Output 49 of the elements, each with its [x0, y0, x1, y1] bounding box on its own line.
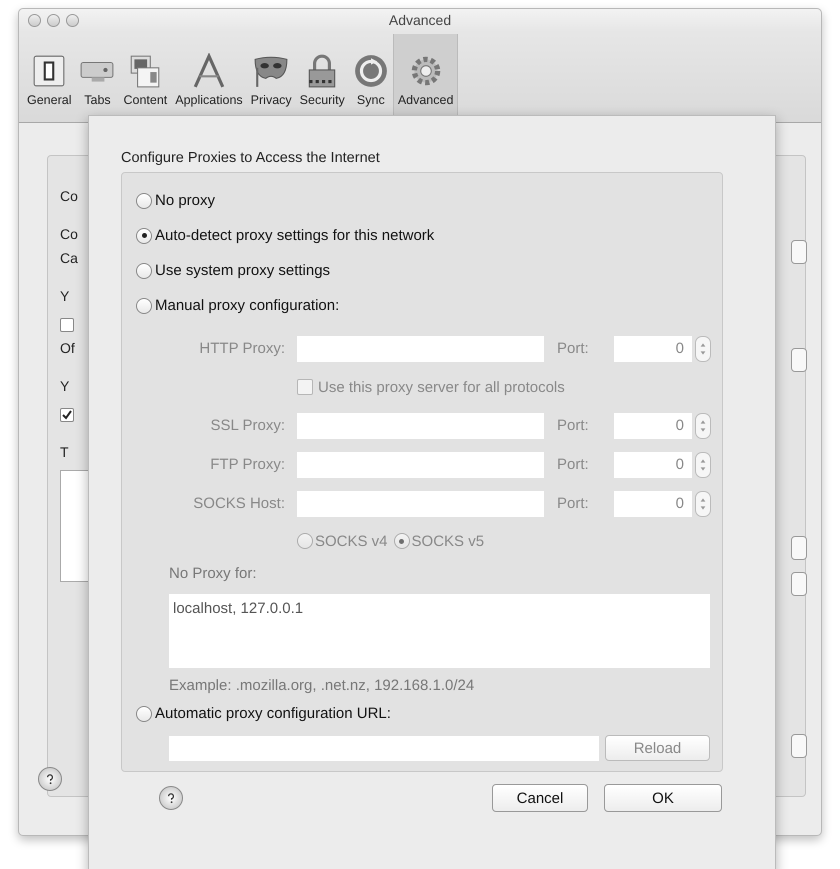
dialog-title: Configure Proxies to Access the Internet	[121, 150, 381, 166]
checkbox[interactable]	[60, 318, 74, 332]
up-down-arrows-icon	[699, 456, 707, 472]
dialog-button[interactable]: Cancel	[492, 784, 588, 812]
radio-option[interactable]: No proxy	[136, 183, 722, 218]
hint-text: Example: .mozilla.org, .net.nz, 192.168.1.0/24	[169, 677, 476, 694]
setting-label: T	[60, 444, 69, 460]
no-proxy-field[interactable]: localhost, 127.0.0.1	[169, 594, 710, 668]
up-down-arrows-icon	[699, 496, 707, 512]
up-down-arrows-icon	[699, 340, 707, 356]
field-label: Port:	[557, 417, 590, 434]
popup-button[interactable]	[791, 348, 807, 372]
help-button[interactable]	[159, 786, 183, 810]
help-button[interactable]	[38, 767, 62, 791]
field-label: FTP Proxy:	[209, 456, 285, 473]
setting-label: Co	[60, 226, 78, 242]
field-label: Port:	[557, 495, 590, 512]
field-label: SSL Proxy:	[210, 417, 285, 434]
toolbar-tab[interactable]: General	[23, 34, 76, 122]
field-label: No Proxy for:	[169, 565, 258, 582]
window-control-button[interactable]	[66, 14, 79, 26]
dialog-button[interactable]: OK	[604, 784, 722, 812]
radio-option[interactable]: Manual proxy configuration:	[136, 288, 722, 323]
up-down-arrows-icon	[699, 418, 707, 434]
radio-option[interactable]: Use system proxy settings	[136, 253, 722, 288]
field-label: HTTP Proxy:	[198, 340, 285, 357]
section-heading: Ca	[60, 250, 78, 266]
checkbox[interactable]	[60, 408, 74, 422]
window-control-button[interactable]	[47, 14, 60, 26]
window-title: Advanced	[388, 12, 452, 28]
field-label: Port:	[557, 456, 590, 473]
url-field[interactable]	[169, 736, 599, 760]
question-mark-icon	[44, 772, 56, 786]
question-mark-icon	[165, 791, 177, 805]
popup-button[interactable]	[791, 240, 807, 264]
switch-icon	[31, 53, 68, 89]
section-heading: Of	[60, 340, 75, 356]
radio-option[interactable]: Auto-detect proxy settings for this network	[136, 218, 722, 253]
field-label: Port:	[557, 340, 590, 357]
setting-label: Y	[60, 378, 70, 394]
setting-label: Y	[60, 288, 70, 304]
sync-icon	[352, 53, 389, 89]
popup-button[interactable]	[791, 536, 807, 560]
field-label: SOCKS Host:	[192, 495, 285, 512]
popup-button[interactable]	[791, 572, 807, 596]
section-heading: Co	[60, 188, 78, 204]
popup-button[interactable]	[791, 734, 807, 758]
radio-option[interactable]: Automatic proxy configuration URL:	[136, 696, 722, 731]
window-control-button[interactable]	[28, 14, 41, 26]
